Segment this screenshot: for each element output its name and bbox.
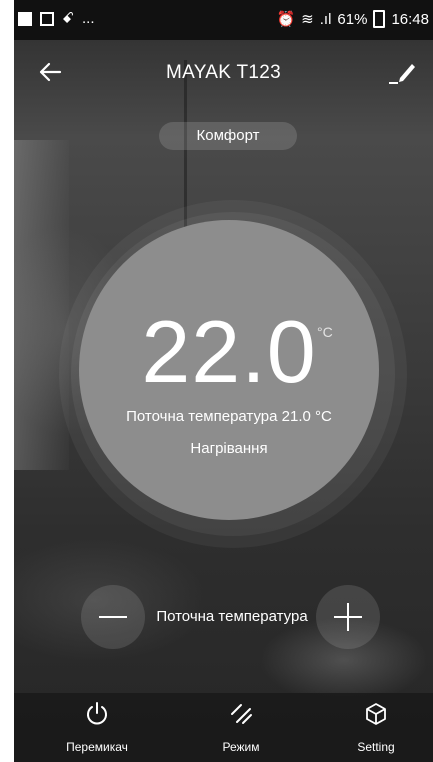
battery-percent: 61% xyxy=(337,10,368,28)
decrease-temperature-button[interactable] xyxy=(81,585,145,649)
signal-icon: .ıl xyxy=(319,10,332,28)
current-temperature: Поточна температура 21.0 °C xyxy=(126,408,332,425)
hotspot-icon: ꗃ xyxy=(62,10,74,27)
temperature-dial: 22.0 °C Поточна температура 21.0 °C Нагр… xyxy=(79,220,379,520)
nav-item-setting[interactable]: Setting xyxy=(316,693,433,762)
image-icon xyxy=(40,11,54,26)
power-icon xyxy=(87,702,107,725)
mode-badge[interactable]: Комфорт xyxy=(159,122,297,150)
wifi-icon: ≋ xyxy=(301,11,314,28)
temperature-unit: °C xyxy=(317,324,333,340)
notification-icons: ꗃ ... xyxy=(18,10,95,27)
increase-temperature-button[interactable] xyxy=(316,585,380,649)
nav-label-mode: Режим xyxy=(222,740,260,754)
nav-label-setting: Setting xyxy=(357,740,395,754)
clock: 16:48 xyxy=(391,10,429,28)
notification-icon xyxy=(18,11,32,26)
plus-icon xyxy=(334,603,362,631)
stepper-label: Поточна температура xyxy=(156,608,308,625)
nav-item-switch[interactable]: Перемикач xyxy=(37,693,157,762)
background-image xyxy=(14,140,69,470)
edit-icon[interactable] xyxy=(387,56,417,86)
alarm-icon: ⏰ xyxy=(276,11,296,28)
status-bar: ꗃ ... ⏰ ≋ .ıl 61% 16:48 xyxy=(14,0,433,40)
mode-icon xyxy=(231,704,252,724)
device-title: MAYAK T123 xyxy=(166,62,281,83)
nav-item-mode[interactable]: Режим xyxy=(181,693,301,762)
system-icons: ⏰ ≋ .ıl 61% 16:48 xyxy=(276,10,429,28)
bottom-nav: Перемикач Режим Setting xyxy=(14,693,433,762)
more-notifications-icon: ... xyxy=(82,10,95,27)
thermostat-screen: ꗃ ... ⏰ ≋ .ıl 61% 16:48 MAYAK T123 Комфо… xyxy=(14,0,433,762)
settings-cube-icon xyxy=(366,703,386,725)
app-header: MAYAK T123 xyxy=(14,48,433,98)
battery-icon xyxy=(373,10,386,28)
minus-icon xyxy=(99,616,127,618)
heating-status: Нагрівання xyxy=(190,440,268,457)
nav-label-switch: Перемикач xyxy=(66,740,128,754)
set-temperature: 22.0 xyxy=(141,302,317,401)
